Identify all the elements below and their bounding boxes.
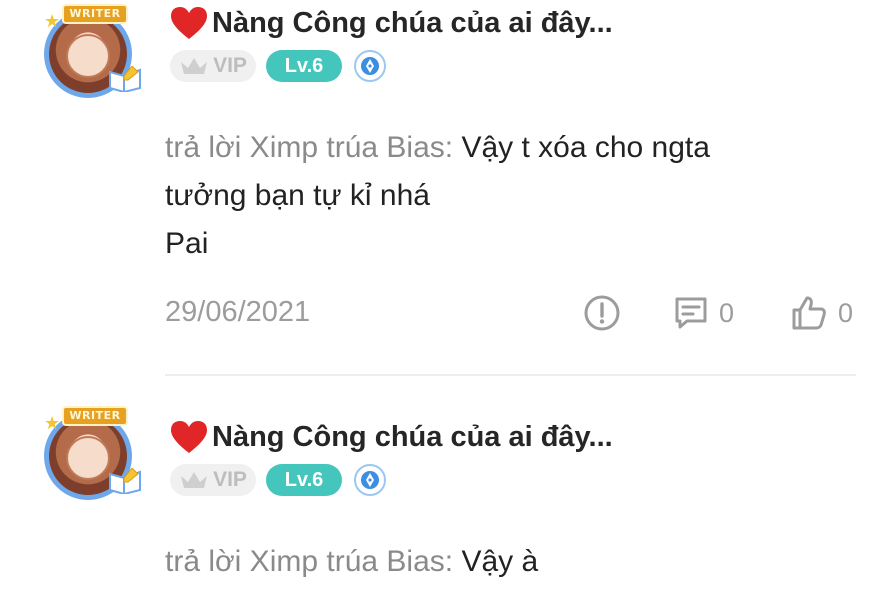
vip-label: VIP <box>213 468 247 491</box>
username-row: Nàng Công chúa của ai đây... <box>170 414 613 460</box>
reply-button[interactable]: 0 <box>673 292 734 334</box>
reply-prefix[interactable]: trả lời Ximp trúa Bias: <box>165 131 453 164</box>
user-badges: VIP Lv.6 <box>170 50 386 82</box>
comment-line-1: trả lời Ximp trúa Bias: Vậy à <box>165 538 855 586</box>
level-badge[interactable]: Lv.6 <box>266 50 342 82</box>
vip-badge[interactable]: VIP <box>170 464 256 496</box>
writer-badge: WRITER <box>62 406 128 426</box>
comment-date: 29/06/2021 <box>165 296 311 328</box>
avatar[interactable]: ★ WRITER <box>38 406 146 500</box>
star-icon: ★ <box>44 11 61 31</box>
comment-icon <box>675 297 707 329</box>
username-row: Nàng Công chúa của ai đây... <box>170 0 613 46</box>
crown-icon <box>181 58 208 74</box>
comment-item: ★ WRITER Nàng Công chúa của ai đây... VI… <box>0 0 894 375</box>
comment-text: Vậy t xóa cho ngta <box>461 131 710 164</box>
pen-nib-glyph <box>361 57 379 75</box>
like-count: 0 <box>838 297 854 328</box>
comment-count: 0 <box>719 297 735 328</box>
heart-icon <box>171 421 207 453</box>
report-button[interactable] <box>583 292 621 334</box>
book-icon <box>109 468 141 494</box>
pen-nib-glyph <box>361 471 379 489</box>
avatar-face <box>66 436 110 480</box>
avatar[interactable]: ★ WRITER <box>38 4 146 98</box>
comment-line-3: Pai <box>165 227 209 260</box>
user-badges: VIP Lv.6 <box>170 464 386 496</box>
avatar-face <box>66 34 110 78</box>
comment-text: Vậy à <box>461 545 539 578</box>
reply-prefix[interactable]: trả lời Ximp trúa Bias: <box>165 545 453 578</box>
comment-item: ★ WRITER Nàng Công chúa của ai đây... VI… <box>0 376 894 600</box>
vip-badge[interactable]: VIP <box>170 50 256 82</box>
pen-nib-icon[interactable] <box>354 464 386 496</box>
username[interactable]: Nàng Công chúa của ai đây... <box>212 7 613 40</box>
comment-body: trả lời Ximp trúa Bias: Vậy à <box>165 538 855 586</box>
crown-icon <box>181 472 208 488</box>
comment-line-2: tưởng bạn tự kỉ nhá <box>165 179 430 212</box>
book-icon <box>109 66 141 92</box>
heart-icon <box>171 7 207 39</box>
comment-line-1: trả lời Ximp trúa Bias: Vậy t xóa cho ng… <box>165 124 855 172</box>
writer-badge: WRITER <box>62 4 128 24</box>
exclamation-circle-icon <box>584 295 620 331</box>
pen-nib-icon[interactable] <box>354 50 386 82</box>
comment-meta: 29/06/2021 0 0 <box>165 292 855 334</box>
vip-label: VIP <box>213 54 247 77</box>
username[interactable]: Nàng Công chúa của ai đây... <box>212 421 613 454</box>
comment-body: trả lời Ximp trúa Bias: Vậy t xóa cho ng… <box>165 124 855 268</box>
thumbs-up-icon <box>792 296 826 330</box>
level-badge[interactable]: Lv.6 <box>266 464 342 496</box>
like-button[interactable]: 0 <box>790 292 853 334</box>
star-icon: ★ <box>44 413 61 433</box>
